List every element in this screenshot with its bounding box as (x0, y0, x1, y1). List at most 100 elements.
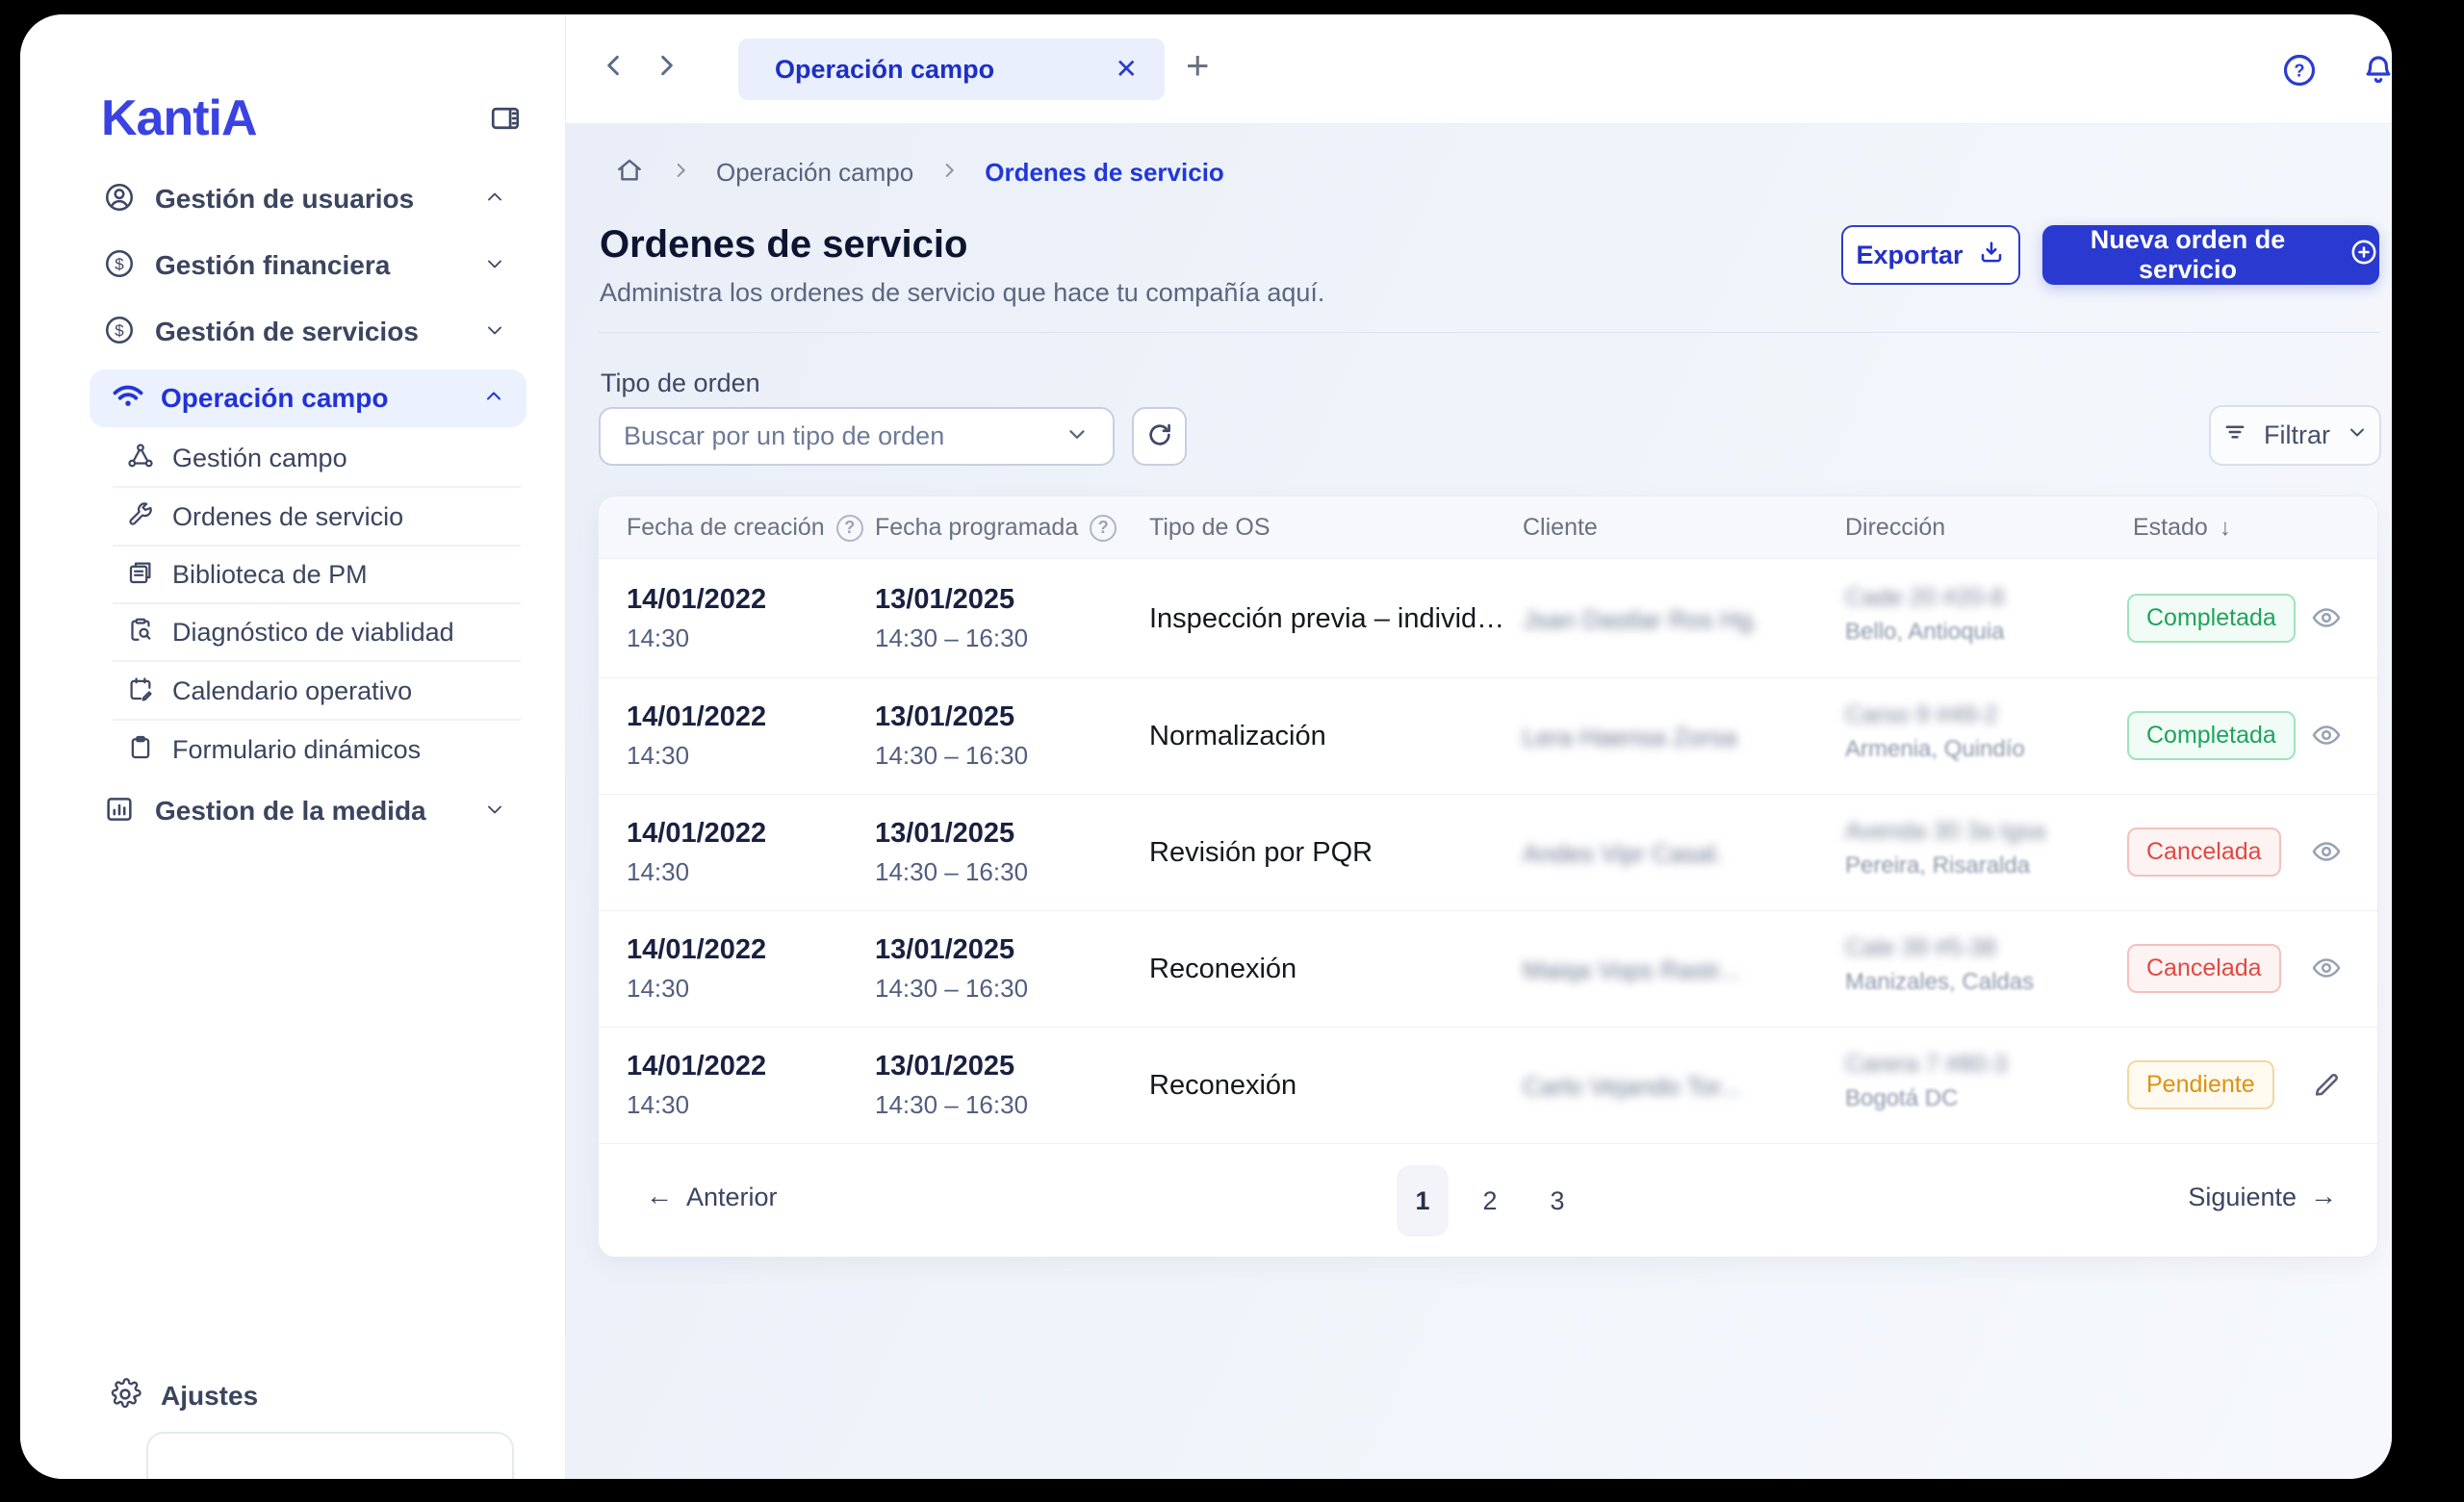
table-row[interactable]: 14/01/202214:30 13/01/202514:30 – 16:30 … (599, 678, 2377, 795)
sidebar-item-label: Gestión de usuarios (155, 184, 414, 215)
order-type: Reconexión (1149, 1070, 1296, 1102)
eye-icon[interactable] (2310, 601, 2343, 637)
arrow-right-icon: → (2310, 1183, 2337, 1212)
chevron-up-icon (482, 385, 505, 413)
table-row[interactable]: 14/01/202214:30 13/01/202514:30 – 16:30 … (599, 1028, 2377, 1144)
client-name-redacted: Carlo Vejando Tor... (1523, 1072, 1740, 1102)
sidebar-item-gestion-de-usuarios[interactable]: Gestión de usuarios (49, 169, 527, 229)
breadcrumb-separator (670, 160, 691, 186)
content: Operación campo Ordenes de servicio Orde… (566, 124, 2392, 1479)
page-title: Ordenes de servicio (600, 223, 967, 267)
chevron-down-icon (483, 798, 506, 826)
workflow-icon (126, 442, 155, 475)
pagination-page-1[interactable]: 1 (1397, 1165, 1449, 1236)
svg-text:$: $ (115, 255, 124, 273)
sidebar-subitem-label: Biblioteca de PM (172, 560, 368, 590)
sidebar-item-gestion-financiera[interactable]: $ Gestión financiera (49, 236, 527, 295)
created-date: 14/01/2022 (627, 818, 766, 850)
bell-icon[interactable] (2359, 51, 2392, 92)
page-subtitle: Administra los ordenes de servicio que h… (600, 278, 1324, 308)
export-button[interactable]: Exportar (1841, 225, 2020, 285)
table-row[interactable]: 14/01/202214:30 13/01/202514:30 – 16:30 … (599, 911, 2377, 1028)
scheduled-date: 13/01/2025 (875, 818, 1028, 850)
order-type-select[interactable]: Buscar por un tipo de orden (599, 407, 1115, 466)
filter-lines-icon (2221, 419, 2248, 452)
sidebar-subitem-gestion-campo[interactable]: Gestión campo (113, 430, 521, 488)
order-type: Reconexión (1149, 954, 1296, 985)
help-circle-icon[interactable]: ? (1090, 515, 1116, 542)
question-circle-icon[interactable]: ? (2280, 51, 2319, 92)
col-header-direccion: Dirección (1845, 496, 1945, 559)
breadcrumb-item[interactable]: Operación campo (716, 158, 913, 188)
sidebar-item-gestion-de-la-medida[interactable]: Gestion de la medida (49, 781, 527, 841)
topbar: Operación campo ✕ + ? (566, 14, 2392, 124)
chevron-down-icon (483, 252, 506, 280)
created-time: 14:30 (627, 974, 766, 1004)
refresh-icon (1144, 420, 1175, 453)
chevron-down-icon (483, 318, 506, 346)
sidebar-item-gestion-de-servicios[interactable]: $ Gestión de servicios (49, 302, 527, 362)
chevron-down-icon (1065, 421, 1090, 451)
sidebar-subitem-biblioteca-de-pm[interactable]: Biblioteca de PM (113, 547, 521, 604)
sidebar-footer-label: Ajustes (161, 1381, 258, 1412)
status-badge: Pendiente (2127, 1060, 2274, 1109)
address-city: Bogotá DC (1845, 1085, 2007, 1112)
home-icon[interactable] (614, 155, 645, 191)
eye-icon[interactable] (2310, 719, 2343, 754)
edit-pencil-icon[interactable] (2310, 1068, 2343, 1104)
profile-card-cutoff[interactable] (146, 1432, 514, 1479)
dollar-circle-icon: $ (103, 247, 136, 285)
refresh-button[interactable] (1132, 407, 1187, 466)
app-window: KantiA Gestión de usuarios $ Gestión fin… (20, 14, 2392, 1479)
plus-circle-icon (2348, 237, 2379, 274)
address-redacted: Carso 9 #49-2 (1845, 701, 2025, 729)
col-header-estado[interactable]: Estado↓ (2133, 496, 2231, 559)
eye-icon[interactable] (2310, 952, 2343, 987)
pagination-next-button[interactable]: Siguiente → (2188, 1183, 2337, 1212)
filter-button[interactable]: Filtrar (2209, 405, 2381, 466)
help-circle-icon[interactable]: ? (836, 515, 863, 542)
col-header-cliente: Cliente (1523, 496, 1598, 559)
table-row[interactable]: 14/01/202214:30 13/01/202514:30 – 16:30 … (599, 559, 2377, 678)
table-row[interactable]: 14/01/202214:30 13/01/202514:30 – 16:30 … (599, 795, 2377, 911)
scheduled-date: 13/01/2025 (875, 584, 1028, 616)
scheduled-time: 14:30 – 16:30 (875, 857, 1028, 887)
address-city: Pereira, Risaralda (1845, 853, 2045, 879)
scheduled-date: 13/01/2025 (875, 701, 1028, 733)
sidebar-subitem-formulario-dinamicos[interactable]: Formulario dinámicos (113, 721, 521, 778)
created-date: 14/01/2022 (627, 701, 766, 733)
new-tab-button[interactable]: + (1186, 45, 1210, 86)
pagination-page-3[interactable]: 3 (1531, 1165, 1583, 1236)
eye-icon[interactable] (2310, 835, 2343, 871)
panel-right-icon[interactable] (486, 100, 525, 139)
sidebar-item-ajustes[interactable]: Ajustes (49, 1366, 527, 1426)
order-type: Normalización (1149, 721, 1326, 752)
sidebar-subitem-ordenes-de-servicio[interactable]: Ordenes de servicio (113, 489, 521, 547)
sort-descending-icon[interactable]: ↓ (2220, 515, 2231, 542)
bar-chart-icon (103, 793, 136, 830)
tab-operacion-campo[interactable]: Operación campo ✕ (738, 38, 1165, 100)
created-date: 14/01/2022 (627, 584, 766, 616)
wrench-icon (126, 500, 155, 534)
nav-forward-button[interactable] (651, 50, 681, 84)
pagination-page-2[interactable]: 2 (1464, 1165, 1516, 1236)
chevron-up-icon (483, 186, 506, 214)
created-date: 14/01/2022 (627, 1051, 766, 1082)
pagination-prev-button[interactable]: ← Anterior (646, 1183, 778, 1212)
breadcrumb-item-current: Ordenes de servicio (985, 158, 1224, 188)
order-type: Inspección previa – individ… (1149, 603, 1504, 635)
sidebar-item-operacion-campo[interactable]: Operación campo (90, 369, 526, 427)
arrow-left-icon: ← (646, 1183, 673, 1212)
scheduled-time: 14:30 – 16:30 (875, 974, 1028, 1004)
new-order-button[interactable]: Nueva orden de servicio (2042, 225, 2379, 285)
download-icon (1977, 238, 2006, 273)
close-icon[interactable]: ✕ (1116, 56, 1138, 83)
sidebar-subitem-diagnostico-de-viablidad[interactable]: Diagnóstico de viablidad (113, 604, 521, 662)
status-badge: Completada (2127, 711, 2296, 760)
client-name-redacted: Maiqa Vops Rastr... (1523, 955, 1739, 985)
scheduled-time: 14:30 – 16:30 (875, 1090, 1028, 1120)
library-icon (126, 558, 155, 592)
order-type-select-placeholder: Buscar por un tipo de orden (624, 421, 944, 451)
nav-back-button[interactable] (599, 50, 629, 84)
sidebar-subitem-calendario-operativo[interactable]: Calendario operativo (113, 663, 521, 721)
